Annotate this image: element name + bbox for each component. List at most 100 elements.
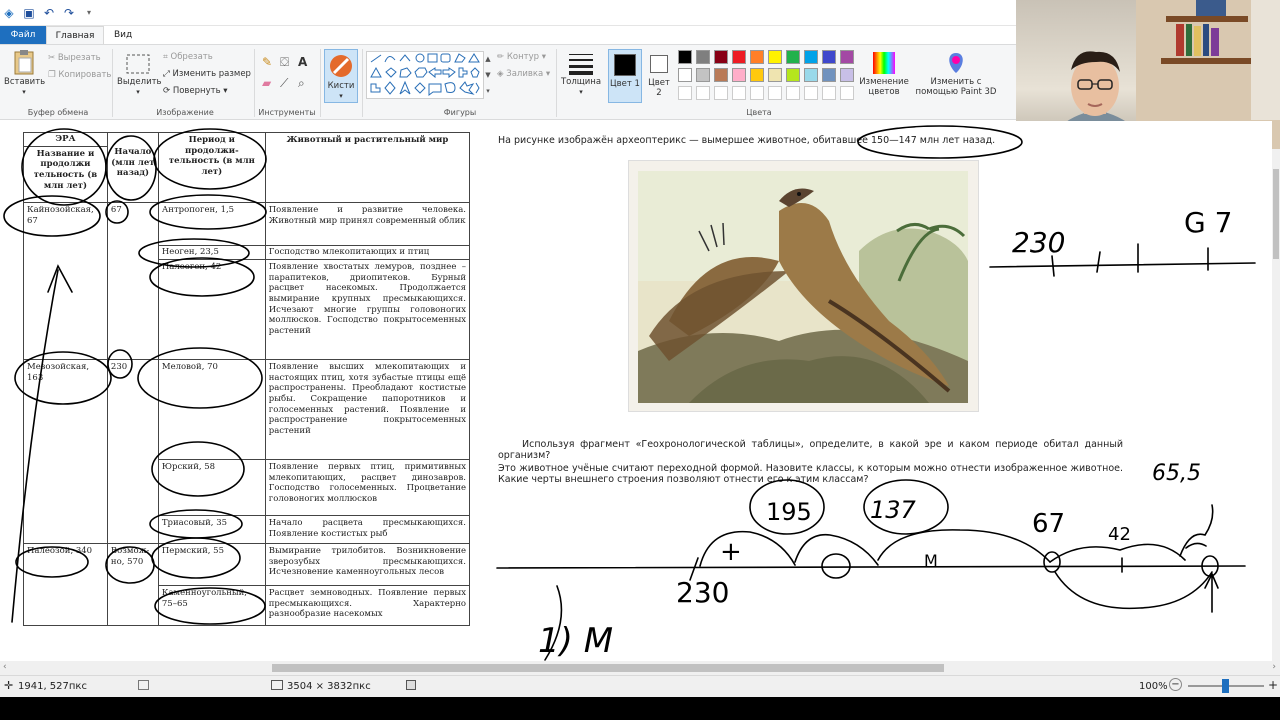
period-cell: Триасовый, 35: [157, 515, 266, 544]
life-cell: Господство млекопитающих и птиц: [264, 245, 471, 260]
status-bar: ✛ 1941, 527пкс 3504 × 3832пкс 100% − +: [0, 675, 1280, 697]
redo-icon[interactable]: ↷: [62, 6, 76, 20]
palette-swatch[interactable]: [732, 68, 746, 82]
palette-swatch[interactable]: [750, 50, 764, 64]
scroll-thumb[interactable]: [272, 664, 944, 672]
palette-swatch[interactable]: [714, 86, 728, 100]
divider: [556, 49, 557, 117]
palette-swatch[interactable]: [840, 68, 854, 82]
color2-button[interactable]: Цвет 2: [645, 49, 673, 103]
rotate-button[interactable]: ⟳ Повернуть ▾: [163, 86, 228, 96]
paint3d-icon: [949, 53, 963, 73]
select-button[interactable]: Выделить ▾: [117, 53, 162, 97]
color-picker-icon[interactable]: ⟋: [280, 76, 298, 91]
line-thickness-icon: [569, 54, 593, 75]
era-header-cell: ЭРА Название и продолжи тельность (в млн …: [23, 132, 108, 203]
period-cell: Палеоген, 42: [157, 259, 266, 360]
customize-toolbar-icon[interactable]: ▾: [82, 6, 96, 20]
palette-swatch[interactable]: [840, 86, 854, 100]
scroll-thumb[interactable]: [1273, 169, 1279, 259]
save-icon[interactable]: ▣: [22, 6, 36, 20]
palette-swatch[interactable]: [804, 86, 818, 100]
scroll-left-icon[interactable]: ‹: [3, 662, 7, 672]
start-cell: Возмож-но, 570: [106, 543, 159, 626]
period-cell: Меловой, 70: [157, 359, 266, 460]
palette-swatch[interactable]: [750, 68, 764, 82]
shapes-group-label: Фигуры: [443, 108, 477, 117]
palette-swatch[interactable]: [678, 86, 692, 100]
life-cell: Вымирание трилобитов. Возникновение звер…: [264, 543, 471, 586]
cut-button[interactable]: ✂ Вырезать: [48, 53, 101, 63]
palette-swatch[interactable]: [786, 86, 800, 100]
vertical-scrollbar[interactable]: [1272, 149, 1280, 661]
brushes-label: Кисти: [327, 81, 355, 91]
resize-label: Изменить размер: [172, 69, 251, 79]
period-header: Период и продолжи-тельность (в млн лет): [157, 132, 266, 203]
palette-swatch[interactable]: [804, 68, 818, 82]
edit-colors-button[interactable]: Изменение цветов: [858, 51, 910, 97]
palette-swatch[interactable]: [678, 50, 692, 64]
palette-swatch[interactable]: [714, 68, 728, 82]
size-button[interactable]: Толщина ▾: [560, 51, 602, 97]
horizontal-scrollbar[interactable]: ‹ ›: [0, 661, 1280, 675]
zoom-slider-thumb[interactable]: [1222, 679, 1229, 693]
tab-file[interactable]: Файл: [0, 26, 46, 44]
resize-button[interactable]: ⤢ Изменить размер: [163, 69, 251, 79]
palette-swatch[interactable]: [750, 86, 764, 100]
tab-view[interactable]: Вид: [104, 26, 142, 44]
palette-swatch[interactable]: [714, 50, 728, 64]
pencil-icon[interactable]: ✎: [262, 55, 280, 70]
palette-swatch[interactable]: [840, 50, 854, 64]
undo-icon[interactable]: ↶: [42, 6, 56, 20]
palette-swatch[interactable]: [822, 68, 836, 82]
start-cell: 67: [106, 202, 159, 360]
table-row: Мезозойская, 163 230 Меловой, 70 Появлен…: [23, 359, 471, 544]
eraser-icon[interactable]: ▰: [262, 76, 280, 91]
zoom-out-icon[interactable]: −: [1169, 678, 1182, 691]
image-group-label: Изображение: [156, 108, 214, 117]
text-icon[interactable]: A: [298, 55, 316, 70]
palette-swatch[interactable]: [768, 50, 782, 64]
palette-swatch[interactable]: [804, 50, 818, 64]
palette-swatch[interactable]: [786, 50, 800, 64]
period-cell: Каменноугольный, 75–65: [157, 585, 266, 626]
color1-button[interactable]: Цвет 1: [608, 49, 642, 103]
palette-swatch[interactable]: [732, 86, 746, 100]
period-cell: Антропоген, 1,5: [157, 202, 266, 246]
crop-button[interactable]: ⌗ Обрезать: [163, 52, 213, 62]
clipboard-icon: [14, 50, 34, 75]
palette-swatch[interactable]: [696, 50, 710, 64]
paint-app-icon[interactable]: ◈: [2, 6, 16, 20]
palette-swatch[interactable]: [822, 86, 836, 100]
shapes-scroll[interactable]: ▲ ▼ ▾: [484, 51, 492, 99]
paint3d-button[interactable]: Изменить с помощью Paint 3D: [914, 51, 998, 97]
palette-swatch[interactable]: [732, 50, 746, 64]
outline-button[interactable]: ✏ Контур ▾: [497, 52, 546, 62]
palette-swatch[interactable]: [786, 68, 800, 82]
life-cell: Начало расцвета пресмыкающихся. Появлени…: [264, 515, 471, 544]
fill-icon[interactable]: ⛋: [280, 55, 298, 70]
cursor-position-icon: ✛: [4, 679, 14, 692]
brushes-button[interactable]: Кисти ▾: [324, 49, 358, 103]
archaeopteryx-illustration: [638, 171, 968, 403]
palette-swatch[interactable]: [768, 86, 782, 100]
color-wheel-icon: [873, 52, 895, 74]
color1-label: Цвет 1: [610, 79, 640, 89]
fill-button[interactable]: ◈ Заливка ▾: [497, 69, 550, 79]
copy-button[interactable]: ❐ Копировать: [48, 70, 111, 80]
palette-swatch[interactable]: [768, 68, 782, 82]
fill-label: Заливка: [506, 69, 544, 79]
tab-home[interactable]: Главная: [46, 26, 104, 44]
shapes-gallery[interactable]: [366, 51, 484, 99]
paste-button[interactable]: Вставить ▾: [4, 49, 45, 97]
palette-swatch[interactable]: [678, 68, 692, 82]
tools-group-label: Инструменты: [258, 108, 316, 117]
divider: [254, 49, 255, 117]
palette-swatch[interactable]: [696, 68, 710, 82]
magnifier-icon[interactable]: ⌕: [298, 76, 316, 91]
zoom-slider[interactable]: [1188, 679, 1264, 693]
scroll-right-icon[interactable]: ›: [1272, 662, 1276, 672]
palette-swatch[interactable]: [696, 86, 710, 100]
palette-swatch[interactable]: [822, 50, 836, 64]
zoom-in-icon[interactable]: +: [1268, 678, 1278, 692]
